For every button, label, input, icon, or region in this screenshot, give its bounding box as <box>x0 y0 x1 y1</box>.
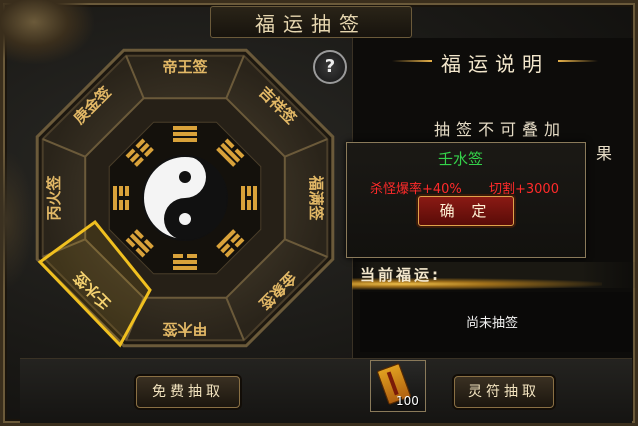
header-ornament-right <box>558 60 598 62</box>
bagua-wheel: 帝王签吉祥签福满签金象签甲木签壬水签丙火签庚金签 <box>35 48 335 348</box>
slot-label: 福满签 <box>307 174 325 221</box>
item-count: 100 <box>396 394 419 408</box>
info-line-tail: 果 <box>596 144 613 163</box>
popup-slot-name: 壬水签 <box>438 150 484 168</box>
window-frame: 福运抽签 帝王签吉祥签福满签金象签甲木签壬水签丙火签庚金签 ? 福运说明 抽签不… <box>0 0 638 426</box>
slot-label: 帝王签 <box>162 58 208 76</box>
confirm-button[interactable]: 确 定 <box>418 196 514 226</box>
info-title: 福运说明 <box>441 51 549 76</box>
fortune-label: 当前福运: <box>360 266 441 284</box>
popup-stat-cut: 切割+3000 <box>489 182 559 197</box>
slot-label: 甲木签 <box>162 320 208 338</box>
header-ornament-left <box>392 60 432 62</box>
info-header: 福运说明 <box>392 46 598 78</box>
talisman-draw-button[interactable]: 灵符抽取 <box>454 376 554 408</box>
popup-stat-drop-rate: 杀怪爆率+40% <box>370 182 462 197</box>
free-draw-button[interactable]: 免费抽取 <box>136 376 240 408</box>
fortune-value: 尚未抽签 <box>466 316 519 331</box>
slot-label: 丙火签 <box>45 175 63 221</box>
info-line: 抽签不可叠加 <box>434 120 567 139</box>
trigram-icon <box>173 126 197 142</box>
help-button[interactable]: ? <box>313 50 347 84</box>
yin-yang-icon <box>142 155 228 241</box>
